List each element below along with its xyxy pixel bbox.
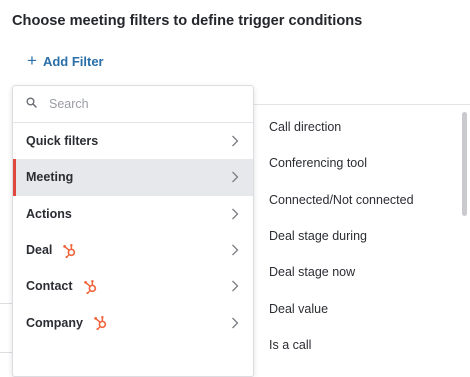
- meeting-filters-submenu: Call direction Conferencing tool Connect…: [251, 104, 470, 375]
- submenu-item[interactable]: Connected/Not connected: [252, 182, 470, 218]
- menu-item-quick-filters[interactable]: Quick filters: [13, 123, 253, 159]
- search-box: [13, 86, 253, 123]
- submenu-item[interactable]: Conferencing tool: [252, 145, 470, 181]
- menu-item-label: Contact: [26, 279, 73, 294]
- menu-item-label: Actions: [26, 206, 72, 221]
- add-filter-label: Add Filter: [42, 54, 104, 69]
- submenu-item[interactable]: Call direction: [252, 109, 470, 145]
- filter-category-menu: Quick filters Meeting Actions Deal: [12, 85, 254, 377]
- chevron-right-icon: [231, 244, 239, 256]
- menu-item-meeting[interactable]: Meeting: [13, 159, 253, 196]
- menu-item-actions[interactable]: Actions: [13, 196, 253, 232]
- search-input[interactable]: [47, 96, 231, 112]
- menu-item-label: Company: [26, 315, 83, 330]
- menu-item-company[interactable]: Company: [13, 304, 253, 340]
- submenu-item[interactable]: Is a call: [252, 327, 470, 363]
- search-icon: [26, 95, 37, 113]
- chevron-right-icon: [231, 208, 239, 220]
- chevron-right-icon: [231, 280, 239, 292]
- menu-item-label: Meeting: [26, 170, 74, 185]
- background-divider: [0, 352, 12, 353]
- menu-item-deal[interactable]: Deal: [13, 232, 253, 268]
- submenu-item[interactable]: Deal stage now: [252, 254, 470, 290]
- plus-icon: +: [27, 51, 37, 70]
- hubspot-icon: [62, 243, 77, 258]
- chevron-right-icon: [231, 171, 239, 183]
- chevron-right-icon: [231, 317, 239, 329]
- page-title: Choose meeting filters to define trigger…: [12, 13, 363, 29]
- submenu-scrollbar[interactable]: [462, 112, 467, 216]
- menu-item-contact[interactable]: Contact: [13, 268, 253, 304]
- hubspot-icon: [93, 315, 108, 331]
- hubspot-icon: [83, 279, 98, 294]
- add-filter-button[interactable]: + Add Filter: [27, 51, 104, 70]
- chevron-right-icon: [231, 135, 239, 147]
- submenu-item[interactable]: Deal stage during: [252, 218, 470, 254]
- submenu-item[interactable]: Deal value: [252, 290, 470, 326]
- menu-item-label: Deal: [26, 243, 53, 258]
- menu-item-label: Quick filters: [26, 134, 99, 149]
- background-divider: [0, 303, 12, 304]
